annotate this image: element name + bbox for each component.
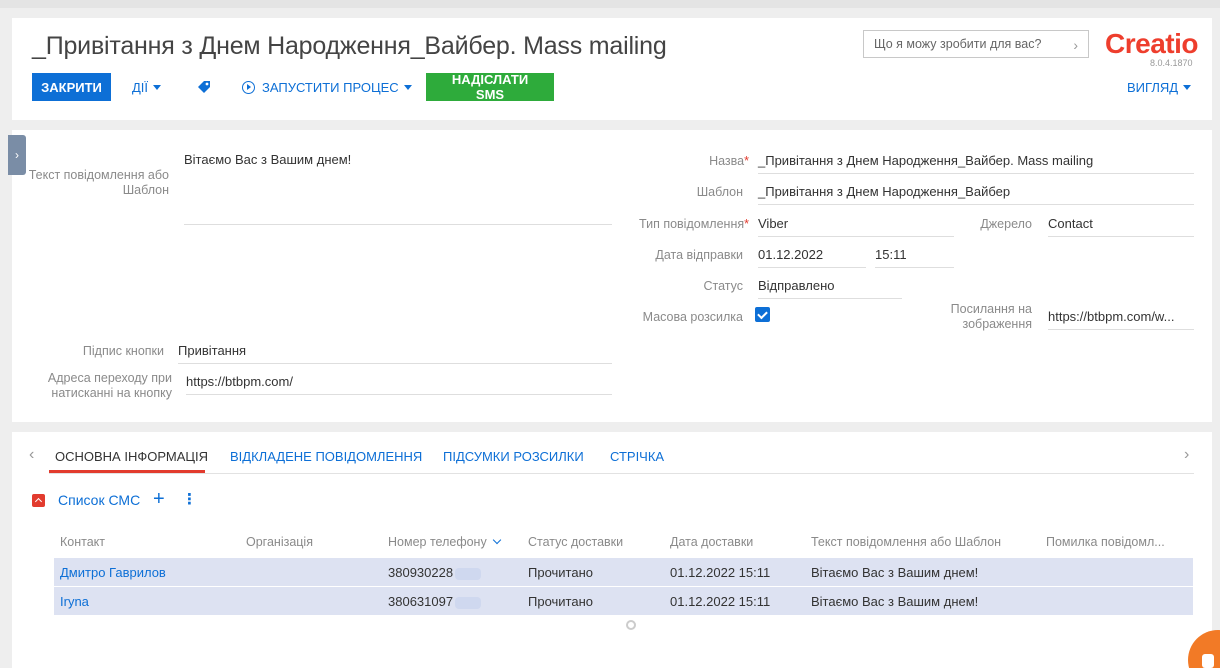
delivery-status-cell: Прочитано xyxy=(528,565,593,580)
field-underline xyxy=(758,236,954,237)
sort-desc-icon xyxy=(492,535,501,545)
field-underline xyxy=(758,298,902,299)
source-label: Джерело xyxy=(980,217,1032,231)
send-sms-button[interactable]: НАДІСЛАТИ SMS xyxy=(426,72,554,102)
top-divider xyxy=(0,0,1220,8)
field-underline xyxy=(178,363,612,364)
view-label: ВИГЛЯД xyxy=(1127,79,1179,95)
field-underline xyxy=(758,173,1194,174)
tab-main-info[interactable]: ОСНОВНА ІНФОРМАЦІЯ xyxy=(55,449,208,464)
page-title: _Привітання з Днем Народження_Вайбер. Ma… xyxy=(32,32,667,60)
contact-link[interactable]: Iryna xyxy=(60,594,89,609)
button-caption-field[interactable]: Привітання xyxy=(178,343,246,358)
run-process-label: ЗАПУСТИТИ ПРОЦЕС xyxy=(262,79,399,95)
masked-digits xyxy=(455,596,482,609)
mass-mailing-checkbox[interactable] xyxy=(755,307,770,322)
column-header-delivery-status[interactable]: Статус доставки xyxy=(528,535,623,549)
version-label: 8.0.4.1870 xyxy=(1150,58,1193,68)
masked-digits xyxy=(455,567,482,580)
column-header-message[interactable]: Текст повідомлення або Шаблон xyxy=(811,535,1001,549)
chevron-right-icon: › xyxy=(15,148,19,162)
creatio-logo: Creatio xyxy=(1105,28,1198,59)
column-header-organization[interactable]: Організація xyxy=(246,535,313,549)
field-underline xyxy=(758,204,1194,205)
tab-feed[interactable]: СТРІЧКА xyxy=(610,449,664,464)
source-field[interactable]: Contact xyxy=(1048,216,1093,231)
send-date-label: Дата відправки xyxy=(655,248,743,262)
actions-menu-button[interactable]: ДІЇ xyxy=(132,73,162,101)
delivery-date-cell: 01.12.2022 15:11 xyxy=(670,594,771,609)
run-process-button[interactable]: ЗАПУСТИТИ ПРОЦЕС xyxy=(242,73,412,101)
status-field[interactable]: Відправлено xyxy=(758,278,834,293)
message-cell: Вітаємо Вас з Вашим днем! xyxy=(811,594,979,609)
template-field[interactable]: _Привітання з Днем Народження_Вайбер xyxy=(758,184,1010,199)
message-type-field[interactable]: Viber xyxy=(758,216,788,231)
loading-indicator xyxy=(626,620,636,630)
add-icon[interactable]: + xyxy=(153,488,165,511)
button-url-field[interactable]: https://btbpm.com/ xyxy=(186,374,293,389)
send-date-field[interactable]: 01.12.2022 xyxy=(758,247,823,262)
search-input[interactable]: Що я можу зробити для вас? › xyxy=(863,30,1089,58)
details-panel: ‹ ОСНОВНА ІНФОРМАЦІЯ ВІДКЛАДЕНЕ ПОВІДОМЛ… xyxy=(12,432,1212,668)
delivery-status-cell: Прочитано xyxy=(528,594,593,609)
table-row[interactable]: Дмитро Гаврилов 380930228 Прочитано 01.1… xyxy=(54,558,1193,586)
chevron-down-icon xyxy=(403,84,412,90)
more-options-icon[interactable]: ⋮ xyxy=(182,490,197,508)
chevron-down-icon xyxy=(153,84,162,90)
field-underline xyxy=(186,394,612,395)
field-underline xyxy=(875,267,954,268)
tag-icon xyxy=(198,81,210,93)
side-panel-toggle[interactable]: › xyxy=(8,135,26,175)
name-label: Назва* xyxy=(709,154,749,168)
mass-mailing-label: Масова розсилка xyxy=(642,310,743,324)
button-url-label: Адреса переходу при натисканні на кнопку xyxy=(47,371,172,400)
tabs-scroll-right-icon[interactable]: › xyxy=(1184,446,1189,464)
send-time-field[interactable]: 15:11 xyxy=(875,247,907,262)
chevron-right-icon: › xyxy=(1073,37,1078,53)
table-row[interactable]: Iryna 380631097 Прочитано 01.12.2022 15:… xyxy=(54,587,1193,615)
message-cell: Вітаємо Вас з Вашим днем! xyxy=(811,565,979,580)
name-field[interactable]: _Привітання з Днем Народження_Вайбер. Ma… xyxy=(758,153,1093,168)
template-label: Шаблон xyxy=(696,185,743,199)
column-header-delivery-date[interactable]: Дата доставки xyxy=(670,535,753,549)
field-underline xyxy=(1048,236,1194,237)
sms-list-title[interactable]: Список СМС xyxy=(58,492,140,508)
message-type-label: Тип повідомлення* xyxy=(639,217,749,231)
record-header: _Привітання з Днем Народження_Вайбер. Ma… xyxy=(12,18,1212,120)
actions-label: ДІЇ xyxy=(132,79,149,95)
delivery-date-cell: 01.12.2022 15:11 xyxy=(670,565,771,580)
status-label: Статус xyxy=(703,279,743,293)
contact-link[interactable]: Дмитро Гаврилов xyxy=(60,565,166,580)
image-link-label: Посилання на зображення xyxy=(950,302,1032,331)
tab-mailing-results[interactable]: ПІДСУМКИ РОЗСИЛКИ xyxy=(443,449,584,464)
phone-cell: 380930228 xyxy=(388,565,482,580)
phone-cell: 380631097 xyxy=(388,594,482,609)
close-button[interactable]: ЗАКРИТИ xyxy=(32,73,111,101)
field-underline xyxy=(1048,329,1194,330)
image-link-field[interactable]: https://btbpm.com/w... xyxy=(1048,309,1174,324)
tab-delayed-message[interactable]: ВІДКЛАДЕНЕ ПОВІДОМЛЕННЯ xyxy=(230,449,422,464)
tabs-scroll-left-icon[interactable]: ‹ xyxy=(29,446,34,464)
chevron-down-icon xyxy=(1183,84,1192,90)
button-caption-label: Підпис кнопки xyxy=(82,344,164,358)
field-underline xyxy=(758,267,866,268)
field-underline xyxy=(184,224,612,225)
search-placeholder: Що я можу зробити для вас? xyxy=(874,37,1042,51)
play-icon xyxy=(242,80,255,94)
message-text-label: Текст повідомлення або Шаблон xyxy=(28,168,169,197)
tabs-divider xyxy=(49,473,1194,474)
tag-button[interactable] xyxy=(197,73,211,101)
collapse-group-icon[interactable] xyxy=(32,494,45,507)
column-header-error[interactable]: Помилка повідомл... xyxy=(1046,535,1165,549)
column-header-contact[interactable]: Контакт xyxy=(60,535,105,549)
column-header-phone[interactable]: Номер телефону xyxy=(388,535,501,549)
record-form: Текст повідомлення або Шаблон Вітаємо Ва… xyxy=(12,130,1212,422)
view-menu-button[interactable]: ВИГЛЯД xyxy=(1127,73,1192,101)
message-text-field[interactable]: Вітаємо Вас з Вашим днем! xyxy=(184,152,351,167)
